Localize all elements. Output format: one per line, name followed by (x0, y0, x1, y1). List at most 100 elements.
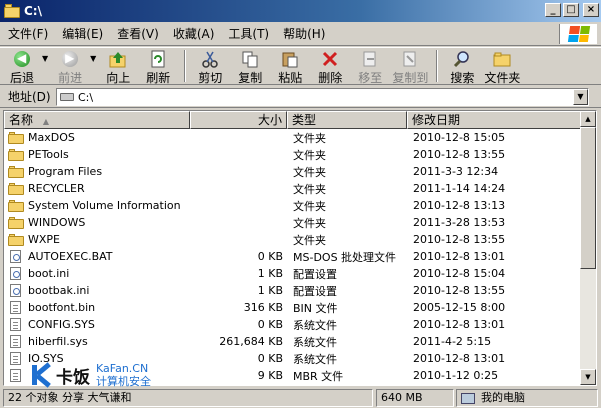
scroll-down-icon[interactable]: ▼ (580, 369, 596, 385)
file-row[interactable]: PETools 文件夹 2010-12-8 13:55 (4, 146, 582, 163)
scroll-thumb[interactable] (580, 127, 596, 269)
file-row[interactable]: hiberfil.sys 261,684 KB 系统文件 2011-4-2 5:15 (4, 333, 582, 350)
file-row[interactable]: CONFIG.SYS 0 KB 系统文件 2010-12-8 13:01 (4, 316, 582, 333)
file-name-cell: AUTOEXEC.BAT (4, 250, 190, 263)
menu-favorites[interactable]: 收藏(A) (165, 25, 221, 42)
kafan-logo-icon (30, 362, 54, 388)
file-name-cell: WXPE (4, 233, 190, 246)
maximize-button[interactable]: □ (563, 3, 579, 17)
file-date: 2010-12-8 13:55 (413, 233, 506, 246)
watermark-cn: 卡饭 (56, 367, 90, 388)
column-name[interactable]: 名称 ▲ (4, 111, 190, 129)
menu-view[interactable]: 查看(V) (109, 25, 165, 42)
close-button[interactable]: × (583, 3, 599, 17)
file-size: 0 KB (257, 250, 283, 263)
folder-icon (8, 148, 24, 161)
toolbar: ◀ 后退 ▼ ▶ 前进 ▼ 向上 刷新 剪切 复制 粘贴 删除 移至 复制到 搜… (0, 47, 601, 85)
menu-file[interactable]: 文件(F) (0, 25, 54, 42)
search-button[interactable]: 搜索 (444, 48, 480, 86)
file-icon (8, 318, 24, 331)
file-icon (8, 369, 24, 382)
cut-button[interactable]: 剪切 (192, 48, 228, 86)
file-row[interactable]: System Volume Information 文件夹 2010-12-8 13… (4, 197, 582, 214)
forward-dropdown-icon[interactable]: ▼ (90, 54, 96, 63)
file-name-cell: boot.ini (4, 267, 190, 280)
file-type: 系统文件 (293, 335, 337, 349)
menu-help[interactable]: 帮助(H) (275, 25, 331, 42)
address-field[interactable]: C:\ ▼ (56, 88, 589, 106)
file-row[interactable]: AUTOEXEC.BAT 0 KB MS-DOS 批处理文件 2010-12-8 13… (4, 248, 582, 265)
menu-tools[interactable]: 工具(T) (220, 25, 275, 42)
file-icon (8, 352, 24, 365)
file-name: RECYCLER (28, 182, 85, 195)
column-type[interactable]: 类型 (287, 111, 407, 129)
forward-button[interactable]: ▶ 前进 (52, 48, 88, 86)
copy-to-button[interactable]: 复制到 (392, 48, 428, 86)
file-type: 配置设置 (293, 267, 337, 281)
paste-button[interactable]: 粘贴 (272, 48, 308, 86)
file-name: hiberfil.sys (28, 335, 88, 348)
forward-arrow-icon: ▶ (61, 50, 79, 68)
file-size: 1 KB (257, 267, 283, 280)
config-file-icon (8, 284, 24, 297)
paste-icon (281, 50, 299, 68)
folder-icon (8, 216, 24, 229)
file-row[interactable]: MaxDOS 文件夹 2010-12-8 15:05 (4, 129, 582, 146)
file-row[interactable]: WXPE 文件夹 2010-12-8 13:55 (4, 231, 582, 248)
file-name: bootbak.ini (28, 284, 90, 297)
search-icon (453, 50, 471, 68)
file-row[interactable]: bootfont.bin 316 KB BIN 文件 2005-12-15 8:00 (4, 299, 582, 316)
refresh-button[interactable]: 刷新 (140, 48, 176, 86)
vertical-scrollbar[interactable]: ▲ ▼ (580, 111, 596, 385)
status-bar: 22 个对象 分享 大气谦和 640 MB 我的电脑 (0, 387, 601, 408)
file-row[interactable]: boot.ini 1 KB 配置设置 2010-12-8 15:04 (4, 265, 582, 282)
file-name: Program Files (28, 165, 103, 178)
file-row[interactable]: WINDOWS 文件夹 2011-3-28 13:53 (4, 214, 582, 231)
file-icon (8, 335, 24, 348)
file-name: WXPE (28, 233, 60, 246)
back-dropdown-icon[interactable]: ▼ (42, 54, 48, 63)
address-value: C:\ (78, 90, 94, 104)
back-arrow-icon: ◀ (13, 50, 31, 68)
file-type: MBR 文件 (293, 369, 344, 383)
file-name-cell: bootbak.ini (4, 284, 190, 297)
file-date: 2005-12-15 8:00 (413, 301, 506, 314)
copy-to-icon (401, 50, 419, 68)
file-name: WINDOWS (28, 216, 86, 229)
copy-to-label: 复制到 (392, 71, 429, 85)
file-row[interactable]: Program Files 文件夹 2011-3-3 12:34 (4, 163, 582, 180)
folders-button[interactable]: 文件夹 (484, 48, 520, 86)
column-modified[interactable]: 修改日期 (407, 111, 582, 129)
file-name-cell: RECYCLER (4, 182, 190, 195)
window-title: C:\ (24, 4, 42, 18)
folders-label: 文件夹 (484, 71, 521, 85)
address-dropdown-icon[interactable]: ▼ (573, 89, 588, 105)
up-button[interactable]: 向上 (100, 48, 136, 86)
copy-button[interactable]: 复制 (232, 48, 268, 86)
move-to-button[interactable]: 移至 (352, 48, 388, 86)
menu-bar: 文件(F) 编辑(E) 查看(V) 收藏(A) 工具(T) 帮助(H) (0, 22, 601, 46)
menu-edit[interactable]: 编辑(E) (54, 25, 109, 42)
file-list: 名称 ▲ 大小 类型 修改日期 MaxDOS 文件夹 2010-12-8 15:05… (3, 110, 597, 386)
file-row[interactable]: bootbak.ini 1 KB 配置设置 2010-12-8 13:55 (4, 282, 582, 299)
delete-button[interactable]: 删除 (312, 48, 348, 86)
status-location: 我的电脑 (456, 389, 598, 407)
refresh-label: 刷新 (146, 71, 171, 85)
scroll-up-icon[interactable]: ▲ (580, 111, 596, 127)
back-button[interactable]: ◀ 后退 (4, 48, 40, 86)
file-date: 2010-12-8 13:55 (413, 284, 506, 297)
minimize-button[interactable]: _ (545, 3, 561, 17)
file-date: 2011-3-3 12:34 (413, 165, 499, 178)
folder-icon (4, 4, 20, 18)
file-type: MS-DOS 批处理文件 (293, 250, 397, 264)
file-name: boot.ini (28, 267, 70, 280)
status-size: 640 MB (376, 389, 454, 407)
file-row[interactable]: RECYCLER 文件夹 2011-1-14 14:24 (4, 180, 582, 197)
file-type: 文件夹 (293, 199, 326, 213)
file-date: 2010-12-8 13:01 (413, 352, 506, 365)
folder-icon (8, 165, 24, 178)
column-size[interactable]: 大小 (190, 111, 287, 129)
drive-icon (60, 93, 74, 101)
folder-icon (8, 199, 24, 212)
config-file-icon (8, 267, 24, 280)
